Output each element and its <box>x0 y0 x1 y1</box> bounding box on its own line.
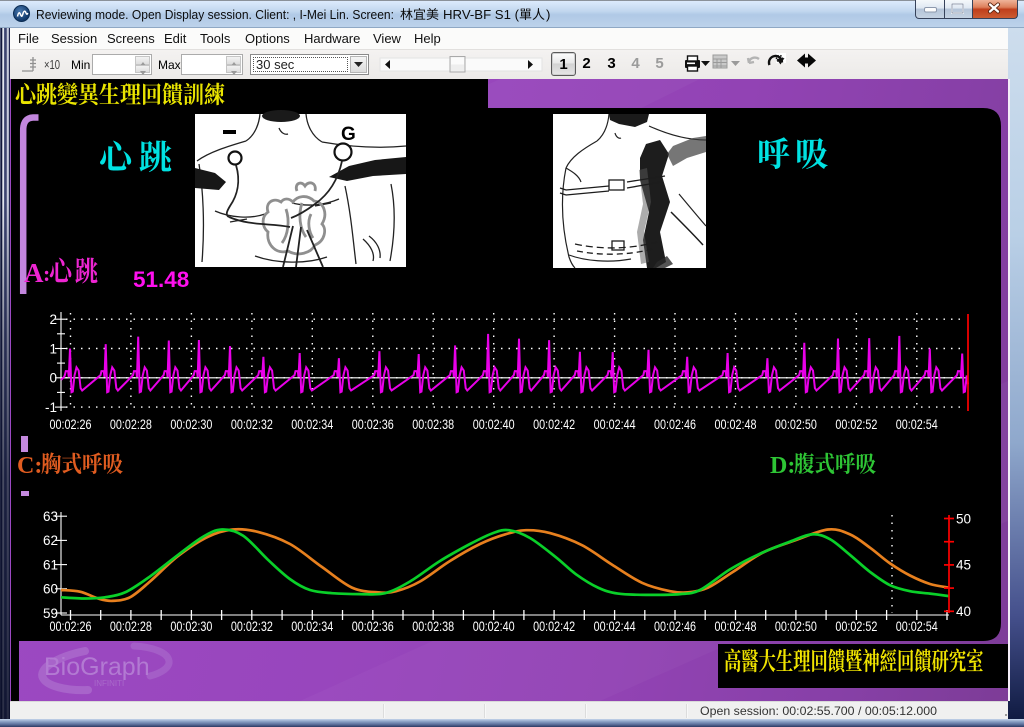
svg-text:00:02:42: 00:02:42 <box>533 619 575 634</box>
svg-text:00:02:48: 00:02:48 <box>715 417 757 432</box>
svg-text:G: G <box>341 124 356 145</box>
svg-text:00:02:32: 00:02:32 <box>231 417 273 432</box>
svg-text:60: 60 <box>43 582 58 597</box>
svg-text:00:02:34: 00:02:34 <box>291 417 333 432</box>
svg-text:00:02:42: 00:02:42 <box>533 417 575 432</box>
svg-text:00:02:46: 00:02:46 <box>654 417 696 432</box>
svg-text:45: 45 <box>956 558 971 573</box>
svg-text:00:02:46: 00:02:46 <box>654 619 696 634</box>
svg-text:00:02:32: 00:02:32 <box>231 619 273 634</box>
svg-text:00:02:40: 00:02:40 <box>473 619 515 634</box>
svg-text:63: 63 <box>43 509 58 524</box>
svg-text:0: 0 <box>49 371 57 386</box>
svg-text:00:02:30: 00:02:30 <box>170 619 212 634</box>
svg-text:00:02:26: 00:02:26 <box>50 417 92 432</box>
svg-text:00:02:52: 00:02:52 <box>835 417 877 432</box>
svg-text:00:02:44: 00:02:44 <box>594 619 636 634</box>
svg-text:): ) <box>546 7 550 22</box>
svg-text::: : <box>43 261 50 286</box>
svg-text:00:02:54: 00:02:54 <box>896 417 938 432</box>
svg-text:00:02:48: 00:02:48 <box>715 619 757 634</box>
svg-text:00:02:34: 00:02:34 <box>291 619 333 634</box>
svg-text:00:02:36: 00:02:36 <box>352 417 394 432</box>
svg-text:00:02:28: 00:02:28 <box>110 619 152 634</box>
svg-text:D:: D: <box>770 453 795 479</box>
svg-text:00:02:28: 00:02:28 <box>110 417 152 432</box>
svg-text:00:02:26: 00:02:26 <box>50 619 92 634</box>
svg-text:Max: Max <box>158 58 181 72</box>
svg-text:00:02:30: 00:02:30 <box>170 417 212 432</box>
svg-text:BioGraph: BioGraph <box>44 653 150 681</box>
svg-text:62: 62 <box>43 533 58 548</box>
svg-text:00:02:52: 00:02:52 <box>835 619 877 634</box>
svg-text:00:02:38: 00:02:38 <box>412 619 454 634</box>
svg-text:00:02:50: 00:02:50 <box>775 417 817 432</box>
svg-text:00:02:36: 00:02:36 <box>352 619 394 634</box>
svg-text:Min: Min <box>71 58 90 72</box>
svg-text:00:02:54: 00:02:54 <box>896 619 938 634</box>
svg-text:INFINITI: INFINITI <box>94 679 124 688</box>
svg-text:00:02:40: 00:02:40 <box>473 417 515 432</box>
svg-text:00:02:38: 00:02:38 <box>412 417 454 432</box>
svg-text:×10: ×10 <box>44 58 60 72</box>
svg-text:51.48: 51.48 <box>133 267 189 292</box>
svg-text:HRV-BF S1 (: HRV-BF S1 ( <box>443 7 520 22</box>
svg-text:-1: -1 <box>45 400 57 415</box>
svg-text:1: 1 <box>49 341 57 356</box>
svg-text:00:02:50: 00:02:50 <box>775 619 817 634</box>
svg-text:61: 61 <box>43 557 58 572</box>
svg-text:2: 2 <box>49 312 57 327</box>
svg-text:50: 50 <box>956 511 971 526</box>
svg-text:A: A <box>24 258 44 288</box>
svg-text:Reviewing mode. Open Display s: Reviewing mode. Open Display session. Cl… <box>36 7 394 22</box>
svg-text:40: 40 <box>956 604 971 619</box>
svg-text:00:02:44: 00:02:44 <box>594 417 636 432</box>
svg-text:C:: C: <box>17 453 42 479</box>
